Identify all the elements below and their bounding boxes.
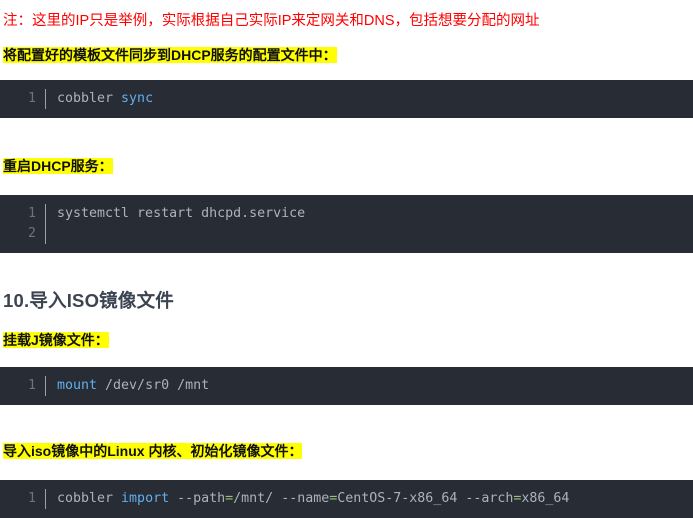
code-line: 1 mount /dev/sr0 /mnt xyxy=(0,376,693,397)
heading-sync-template: 将配置好的模板文件同步到DHCP服务的配置文件中： xyxy=(3,47,337,64)
code-content: systemctl restart dhcpd.service xyxy=(57,206,306,222)
code-line: 1 cobbler sync xyxy=(0,89,693,110)
code-block-mount-sr0[interactable]: 1 mount /dev/sr0 /mnt xyxy=(0,367,693,406)
code-block-cobbler-import[interactable]: 1 cobbler import --path=/mnt/ --name=Cen… xyxy=(0,480,693,518)
heading-sync-template-row: 将配置好的模板文件同步到DHCP服务的配置文件中： xyxy=(0,45,693,66)
heading-restart-dhcp: 重启DHCP服务： xyxy=(3,158,113,175)
line-number: 1 xyxy=(27,378,36,394)
red-note-text: 注：这里的IP只是举例，实际根据自己实际IP来定网关和DNS，包括想要分配的网址 xyxy=(3,13,540,29)
heading-import-kernel: 导入iso镜像中的Linux 内核、初始化镜像文件： xyxy=(3,443,303,460)
code-token: cobbler xyxy=(57,91,122,107)
code-line: 1 systemctl restart dhcpd.service xyxy=(0,204,693,225)
gutter-divider xyxy=(45,89,46,110)
gutter-divider xyxy=(45,204,46,225)
line-number: 1 xyxy=(27,91,36,107)
line-number: 2 xyxy=(27,226,36,242)
gutter-divider xyxy=(45,224,46,245)
gutter-divider xyxy=(45,376,46,397)
heading-restart-dhcp-row: 重启DHCP服务： xyxy=(0,156,693,177)
section-heading-import-iso: 10.导入ISO镜像文件 xyxy=(3,290,174,312)
code-token: CentOS-7-x86_64 --arch xyxy=(337,491,514,507)
code-content: mount /dev/sr0 /mnt xyxy=(57,376,693,396)
code-line: 1 cobbler import --path=/mnt/ --name=Cen… xyxy=(0,489,693,510)
code-token: /dev/sr0 /mnt xyxy=(97,378,210,394)
gutter-divider xyxy=(45,489,46,510)
code-token-keyword: import xyxy=(121,491,170,507)
heading-import-kernel-row: 导入iso镜像中的Linux 内核、初始化镜像文件： xyxy=(0,441,693,462)
code-token: --path xyxy=(169,491,226,507)
code-content: cobbler import --path=/mnt/ --name=CentO… xyxy=(57,489,693,509)
code-token: cobbler xyxy=(57,491,122,507)
line-number: 1 xyxy=(27,491,36,507)
code-token-keyword: mount xyxy=(57,378,98,394)
code-token-operator: = xyxy=(225,491,234,507)
code-block-cobbler-sync[interactable]: 1 cobbler sync xyxy=(0,80,693,119)
code-token: x86_64 xyxy=(521,491,570,507)
heading-mount-iso: 挂载J镜像文件： xyxy=(3,332,109,349)
code-content: cobbler sync xyxy=(57,89,693,109)
code-line: 2 xyxy=(0,224,693,245)
line-number: 1 xyxy=(27,206,36,222)
code-token: /mnt/ --name xyxy=(233,491,330,507)
code-block-restart-dhcpd[interactable]: 1 systemctl restart dhcpd.service 2 xyxy=(0,195,693,254)
heading-mount-iso-row: 挂载J镜像文件： xyxy=(0,330,693,351)
document-page: 注：这里的IP只是举例，实际根据自己实际IP来定网关和DNS，包括想要分配的网址… xyxy=(0,0,693,518)
code-token-keyword: sync xyxy=(121,91,154,107)
